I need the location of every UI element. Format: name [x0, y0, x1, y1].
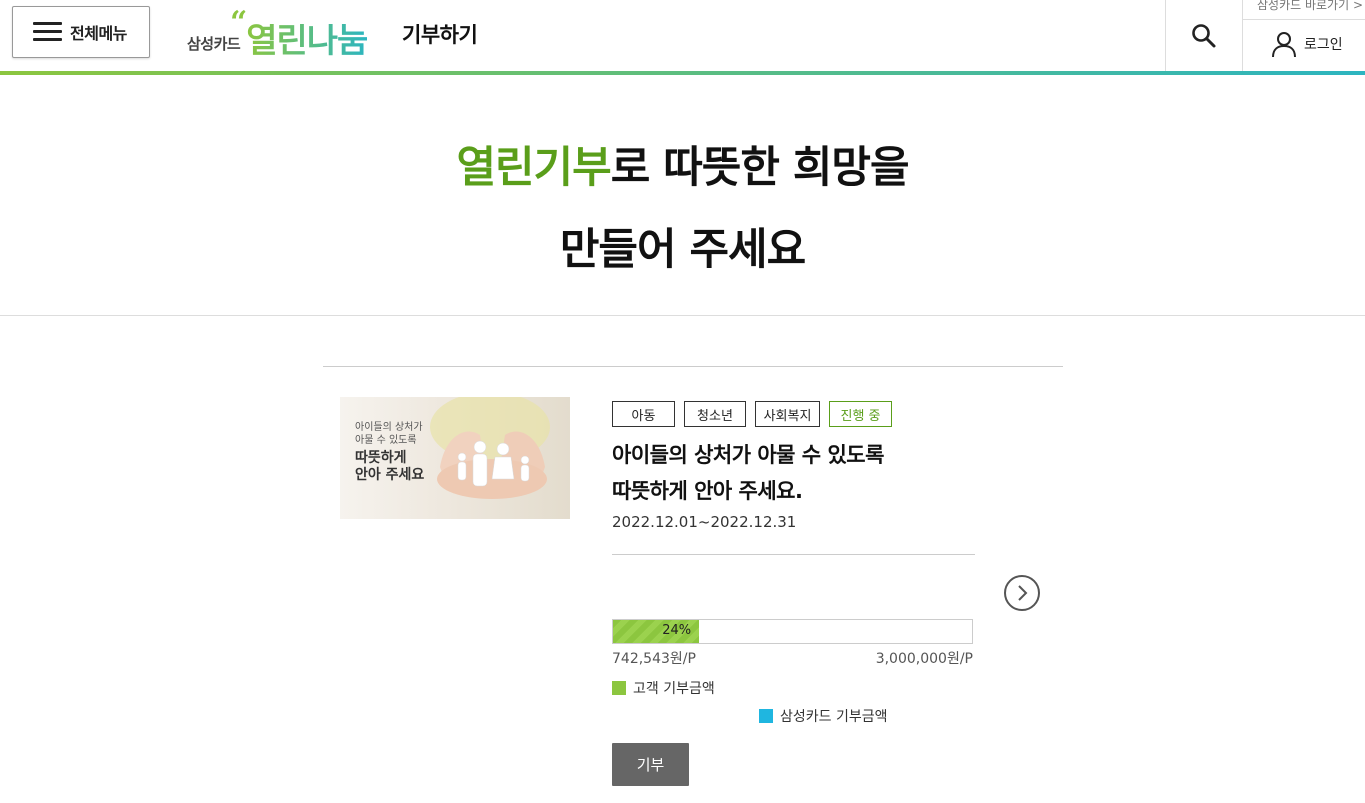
thumbnail-caption-line4: 안아 주세요: [355, 467, 425, 483]
hero-section: 열린기부로 따뜻한 희망을 만들어 주세요: [0, 75, 1365, 316]
thumbnail-caption-line3: 따뜻하게: [355, 450, 407, 466]
thumbnail-caption-line1: 아이들의 상처가: [355, 422, 423, 433]
login-button[interactable]: 로그인: [1270, 30, 1343, 58]
thumbnail-caption-small: 아이들의 상처가 아물 수 있도록: [355, 421, 423, 447]
search-button[interactable]: [1165, 0, 1243, 71]
campaign-tags: 아동 청소년 사회복지 진행 중: [612, 401, 892, 427]
progress-fill: 24%: [613, 620, 700, 643]
chevron-right-icon: [1018, 585, 1028, 601]
campaign-title-line2: 따뜻하게 안아 주세요.: [612, 479, 803, 503]
samsungcard-shortcut-link[interactable]: 삼성카드 바로가기 >: [1243, 0, 1365, 20]
campaign-period: 2022.12.01~2022.12.31: [612, 513, 797, 531]
content-divider: [323, 366, 1063, 367]
login-label: 로그인: [1304, 37, 1343, 53]
page-title: 기부하기: [402, 23, 478, 47]
campaign-thumbnail[interactable]: 아이들의 상처가 아물 수 있도록 따뜻하게 안아 주세요: [340, 397, 570, 519]
logo-quote-mark: “: [230, 5, 248, 40]
donate-button[interactable]: 기부: [612, 743, 689, 786]
donation-progress-bar: 24%: [612, 619, 973, 644]
hero-line1-rest: 로 따뜻한 희망을: [610, 143, 910, 193]
thumbnail-caption-line2: 아물 수 있도록: [355, 435, 417, 446]
campaign-divider: [612, 554, 975, 555]
site-header: 전체메뉴 삼성카드 열린나눔 “ 기부하기 삼성카드 바로가기 > 로그인: [0, 0, 1365, 75]
progress-percent-label: 24%: [662, 623, 692, 638]
legend-label-samsungcard: 삼성카드 기부금액: [780, 709, 888, 725]
hero-highlight: 열린기부: [456, 143, 611, 193]
legend-customer-donation: 고객 기부금액: [612, 678, 715, 698]
legend-label-customer: 고객 기부금액: [633, 681, 715, 697]
legend-samsungcard-donation: 삼성카드 기부금액: [759, 706, 888, 726]
thumbnail-caption-large: 따뜻하게 안아 주세요: [355, 450, 424, 484]
campaign-title[interactable]: 아이들의 상처가 아물 수 있도록 따뜻하게 안아 주세요.: [612, 437, 884, 509]
next-campaign-button[interactable]: [1004, 575, 1040, 611]
tag-youth[interactable]: 청소년: [684, 401, 746, 427]
search-icon: [1192, 23, 1216, 47]
logo-wordmark: 열린나눔: [246, 21, 368, 61]
hero-headline-line1: 열린기부로 따뜻한 희망을: [0, 133, 1365, 195]
all-menu-button[interactable]: 전체메뉴: [12, 6, 150, 58]
all-menu-label: 전체메뉴: [70, 24, 127, 43]
tag-child[interactable]: 아동: [612, 401, 675, 427]
tag-social-welfare[interactable]: 사회복지: [755, 401, 820, 427]
hero-headline-line2: 만들어 주세요: [559, 225, 806, 275]
goal-amount: 3,000,000원/P: [875, 651, 973, 667]
current-amount: 742,543원/P: [612, 651, 696, 667]
status-badge: 진행 중: [829, 401, 892, 427]
legend-swatch-customer: [612, 681, 626, 695]
logo[interactable]: 삼성카드 열린나눔 “: [187, 5, 368, 61]
legend-swatch-samsungcard: [759, 709, 773, 723]
campaign-title-line1: 아이들의 상처가 아물 수 있도록: [612, 443, 884, 467]
user-icon: [1272, 32, 1296, 58]
hamburger-icon: [33, 22, 62, 42]
